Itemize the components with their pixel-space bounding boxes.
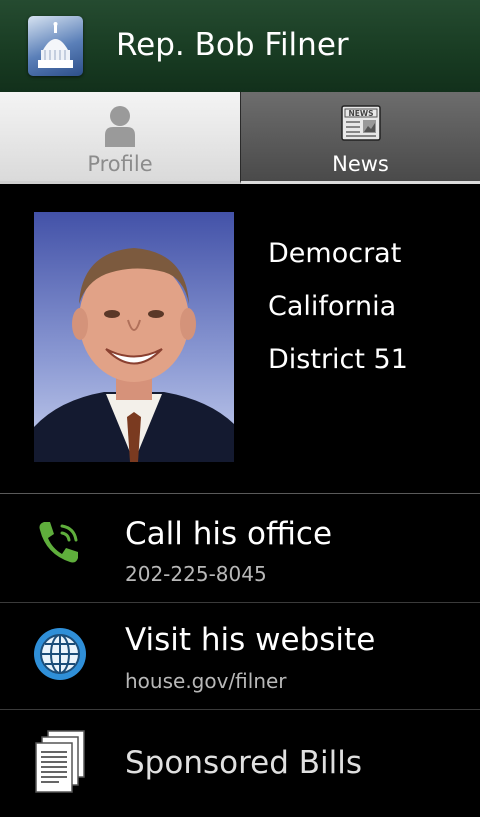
tab-news-label: News [332, 152, 389, 176]
call-office-row[interactable]: Call his office 202-225-8045 [0, 494, 480, 602]
state-label: California [268, 291, 397, 322]
news-icon-text: NEWS [348, 109, 373, 118]
tab-profile-label: Profile [87, 152, 153, 176]
app-title: Rep. Bob Filner [116, 27, 349, 63]
call-office-title: Call his office [125, 516, 333, 552]
party-label: Democrat [268, 238, 402, 269]
website-url: house.gov/filner [125, 669, 287, 693]
documents-icon [35, 730, 85, 793]
visit-website-title: Visit his website [125, 622, 376, 658]
tab-news[interactable]: NEWS News [240, 92, 480, 184]
phone-number: 202-225-8045 [125, 562, 267, 586]
title-bar: Rep. Bob Filner [0, 0, 480, 92]
representative-photo [34, 212, 234, 462]
tab-profile[interactable]: Profile [0, 92, 240, 184]
tab-bar: Profile NEWS News [0, 92, 480, 186]
district-label: District 51 [268, 344, 408, 375]
sponsored-bills-row[interactable]: Sponsored Bills [0, 710, 480, 817]
phone-icon [39, 522, 78, 563]
visit-website-row[interactable]: Visit his website house.gov/filner [0, 603, 480, 709]
sponsored-bills-title: Sponsored Bills [125, 745, 363, 781]
person-icon [105, 106, 135, 147]
newspaper-icon: NEWS [340, 105, 381, 141]
capitol-dome-icon[interactable] [28, 16, 83, 76]
globe-icon [34, 628, 86, 680]
